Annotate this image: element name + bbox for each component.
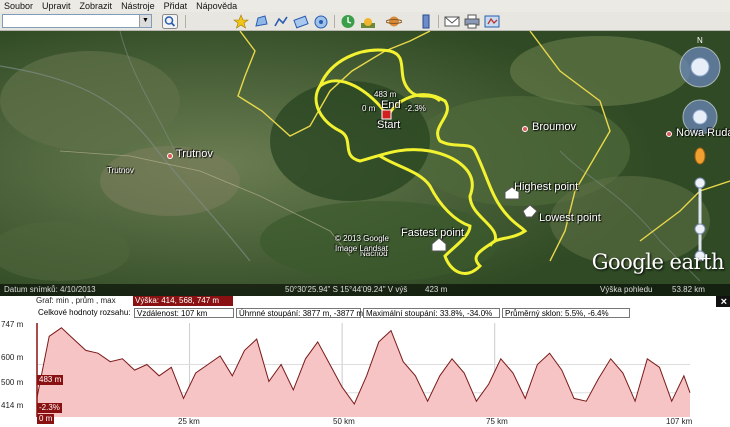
- place-label-trutnov-small: Trutnov: [107, 166, 134, 175]
- height-summary[interactable]: Výška: 414, 568, 747 m: [133, 296, 233, 306]
- close-button[interactable]: ×: [716, 296, 730, 308]
- graph-label: Graf: min , prům , max: [36, 296, 116, 305]
- y-tick-label: 414 m: [1, 401, 24, 410]
- planet-icon[interactable]: [385, 14, 403, 29]
- distance-stat: Vzdálenost: 107 km: [134, 308, 234, 318]
- climb-stat: Úhrnné stoupání: 3877 m, -3877 m: [236, 308, 363, 318]
- menu-bar: Soubor Upravit Zobrazit Nástroje Přidat …: [0, 0, 730, 12]
- x-start-label: 0 m: [37, 414, 55, 424]
- track-distance-label: 0 m: [362, 104, 376, 113]
- svg-text:N: N: [697, 36, 703, 45]
- google-earth-logo: Google earth: [591, 250, 725, 274]
- menu-soubor[interactable]: Soubor: [4, 1, 33, 11]
- tour-icon[interactable]: [313, 14, 329, 29]
- place-label-trutnov: Trutnov: [176, 148, 213, 160]
- fastest-point-label: Fastest point: [401, 227, 464, 239]
- y-tick-label: 600 m: [1, 353, 24, 362]
- menu-nastroje[interactable]: Nástroje: [121, 1, 155, 11]
- search-icon[interactable]: [162, 14, 178, 29]
- search-input[interactable]: ▼: [2, 14, 152, 28]
- overlay-icon[interactable]: [293, 14, 309, 29]
- elevation-chart[interactable]: 747 m 600 m 500 m 414 m 0 m 25 km 50 km …: [0, 319, 730, 427]
- lowest-point-label: Lowest point: [539, 212, 601, 224]
- y-tick-label: 747 m: [1, 320, 24, 329]
- highest-point-label: Highest point: [514, 181, 579, 193]
- image-credit-label: Image Landsat: [335, 244, 388, 253]
- x-tick-label: 107 km: [666, 417, 693, 426]
- x-tick-label: 50 km: [333, 417, 355, 426]
- menu-zobrazit[interactable]: Zobrazit: [80, 1, 113, 11]
- toolbar: ▼: [0, 12, 730, 31]
- maps-icon[interactable]: [484, 14, 500, 29]
- imagery-date: Datum snímků: 4/10/2013: [4, 285, 96, 294]
- eye-altitude-value: 53.82 km: [672, 285, 705, 294]
- menu-upravit[interactable]: Upravit: [42, 1, 71, 11]
- city-dot-broumov: [522, 126, 528, 132]
- path-icon[interactable]: [273, 14, 289, 29]
- max-climb-stat: Maximální stoupání: 33.8%, -34.0%: [363, 308, 500, 318]
- search-dropdown-icon[interactable]: ▼: [139, 15, 151, 27]
- print-icon[interactable]: [464, 14, 480, 29]
- avg-grade-stat: Průměrný sklon: 5.5%, -6.4%: [502, 308, 630, 318]
- ruler-icon[interactable]: [418, 14, 434, 29]
- y-tick-label: 500 m: [1, 378, 24, 387]
- menu-pridat[interactable]: Přidat: [164, 1, 188, 11]
- track-grade-label: -2.3%: [405, 104, 426, 113]
- toolbar-separator: [185, 15, 186, 28]
- elevation-stats: Celkové hodnoty rozsahu: Vzdálenost: 107…: [0, 307, 730, 319]
- copyright-label: © 2013 Google: [335, 234, 389, 243]
- elevation-header: Graf: min , prům , max Výška: 414, 568, …: [0, 296, 730, 308]
- track-start-label: Start: [377, 119, 401, 131]
- track-elev-label: 483 m: [374, 90, 397, 99]
- x-tick-label: 25 km: [178, 417, 200, 426]
- city-dot-trutnov: [167, 153, 173, 159]
- map-view[interactable]: N Trutnov Trutnov Broumov Nowa Ruda Nách…: [0, 31, 730, 296]
- history-icon[interactable]: [340, 14, 356, 29]
- elevation-chart-svg[interactable]: [0, 319, 730, 427]
- toolbar-separator: [438, 15, 439, 28]
- cursor-coordinates: 50°30'25.94" S 15°44'09.24" V výš: [285, 285, 408, 294]
- email-icon[interactable]: [444, 14, 460, 29]
- totals-label: Celkové hodnoty rozsahu:: [38, 308, 131, 317]
- elevation-profile-panel: Graf: min , prům , max Výška: 414, 568, …: [0, 296, 730, 427]
- status-bar: Datum snímků: 4/10/2013 50°30'25.94" S 1…: [0, 284, 730, 296]
- marker-grade-tag: -2.3%: [37, 403, 62, 413]
- menu-napoveda[interactable]: Nápověda: [196, 1, 237, 11]
- x-tick-label: 75 km: [486, 417, 508, 426]
- start-end-flag: [381, 109, 392, 120]
- sunlight-icon[interactable]: [360, 14, 376, 29]
- city-dot-nowa-ruda: [666, 131, 672, 137]
- place-label-broumov: Broumov: [532, 121, 577, 133]
- polygon-icon[interactable]: [253, 14, 269, 29]
- placemark-icon[interactable]: [233, 14, 249, 29]
- cursor-altitude: 423 m: [425, 285, 448, 294]
- place-label-nowa-ruda: Nowa Ruda: [676, 127, 730, 139]
- marker-elevation-tag: 483 m: [37, 375, 64, 385]
- track-end-label: End: [381, 99, 401, 111]
- toolbar-separator: [334, 15, 335, 28]
- eye-altitude-label: Výška pohledu: [600, 285, 653, 294]
